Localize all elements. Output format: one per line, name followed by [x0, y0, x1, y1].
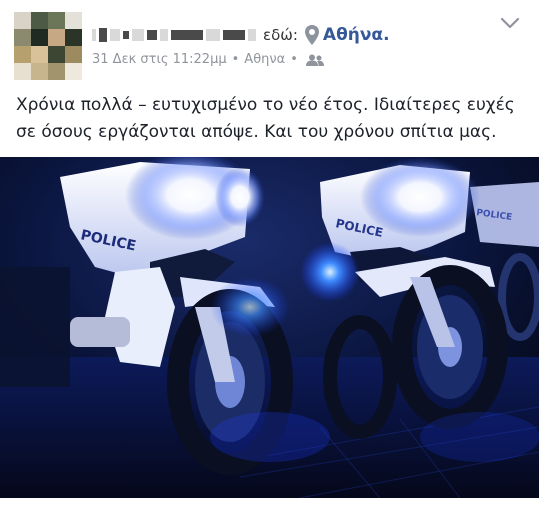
meta-separator: • [231, 52, 240, 67]
place-link[interactable]: Αθήνα. [323, 25, 390, 45]
chevron-down-icon[interactable] [500, 16, 520, 30]
location-label[interactable]: Αθηνα [244, 52, 285, 67]
author-line: εδώ: Αθήνα. [92, 22, 390, 48]
post-meta: 31 Δεκ στις 11:22μμ • Αθηνα • [92, 52, 324, 67]
friends-audience-icon[interactable] [305, 54, 324, 66]
checkin-text: εδώ: [263, 26, 298, 44]
author-name-redacted[interactable] [92, 28, 259, 42]
police-motorcycles-image: POLICE POLICE POLICE [0, 157, 539, 498]
location-pin-icon [304, 25, 319, 45]
timestamp[interactable]: 31 Δεκ στις 11:22μμ [92, 52, 227, 67]
post-body: Χρόνια πολλά – ευτυχισμένο το νέο έτος. … [16, 95, 515, 142]
facebook-post: εδώ: Αθήνα. 31 Δεκ στις 11:22μμ • Αθηνα … [0, 0, 539, 517]
meta-separator: • [290, 52, 298, 67]
post-photo[interactable]: POLICE POLICE POLICE [0, 157, 539, 498]
avatar[interactable] [14, 12, 82, 80]
